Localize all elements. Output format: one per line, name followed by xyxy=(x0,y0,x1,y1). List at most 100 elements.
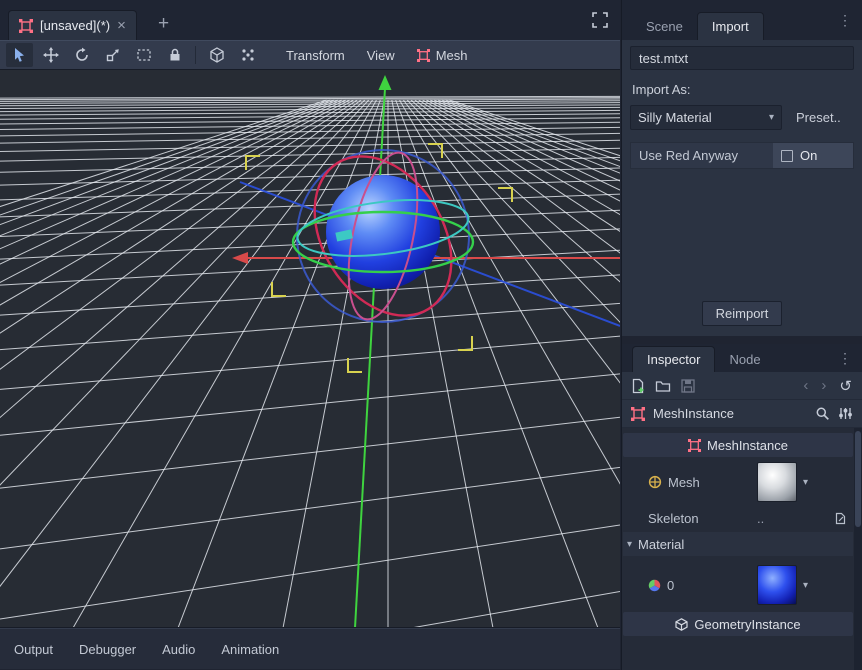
mesh-menu-label: Mesh xyxy=(436,48,468,63)
load-resource-folder-icon[interactable] xyxy=(655,378,671,394)
history-back-icon[interactable]: ‹ xyxy=(801,377,810,394)
import-file-label: test.mtxt xyxy=(639,51,688,66)
mesh-property-label: Mesh xyxy=(668,475,700,490)
godot-editor-window: [unsaved](*) × + xyxy=(0,0,862,670)
skeleton-property-row: Skeleton .. xyxy=(623,506,853,530)
group-button[interactable] xyxy=(203,43,230,67)
geometryinstance-category-icon xyxy=(675,618,688,631)
material-preview-thumbnail[interactable] xyxy=(757,565,797,605)
inspector-scrollbar[interactable] xyxy=(854,428,862,670)
tab-audio[interactable]: Audio xyxy=(162,642,195,657)
checkbox-label: On xyxy=(800,148,817,163)
material-section-header[interactable]: ▾ Material xyxy=(623,532,853,556)
category-meshinstance-label: MeshInstance xyxy=(707,438,788,453)
tab-debugger[interactable]: Debugger xyxy=(79,642,136,657)
mesh-property-label-wrap: Mesh xyxy=(623,475,757,490)
expand-viewport-icon[interactable] xyxy=(592,12,608,28)
material-slot-value[interactable]: ▾ xyxy=(757,565,853,605)
skeleton-property-label: Skeleton xyxy=(648,511,699,526)
preset-button[interactable]: Preset.. xyxy=(788,105,849,130)
inspector-tabbar: Inspector Node ⋮ xyxy=(622,344,862,372)
transform-menu[interactable]: Transform xyxy=(275,43,356,67)
right-dock: Scene Import ⋮ test.mtxt Import As: Sill… xyxy=(621,0,862,670)
lock-button[interactable] xyxy=(161,43,188,67)
material-slot-row: 0 ▾ xyxy=(623,558,853,612)
chevron-down-icon[interactable]: ▾ xyxy=(803,477,808,488)
select-box-tool-button[interactable] xyxy=(130,43,157,67)
import-as-label: Import As: xyxy=(632,82,852,97)
viewport-3d[interactable] xyxy=(0,70,620,628)
chevron-down-icon[interactable]: ▾ xyxy=(803,580,808,591)
section-collapse-icon: ▾ xyxy=(627,539,632,550)
scene-tab[interactable]: [unsaved](*) × xyxy=(8,10,137,40)
import-as-value: Silly Material xyxy=(638,110,763,125)
inspector-menu-icon[interactable]: ⋮ xyxy=(834,348,856,369)
material-section-label: Material xyxy=(638,537,684,552)
reimport-button[interactable]: Reimport xyxy=(702,301,783,326)
meshinstance-category-icon xyxy=(688,439,701,452)
search-icon[interactable] xyxy=(815,406,830,421)
toolbar-separator xyxy=(195,46,196,64)
material-slot-label: 0 xyxy=(667,578,674,593)
import-dock: test.mtxt Import As: Silly Material ▾ Pr… xyxy=(622,40,862,336)
use-red-anyway-label: Use Red Anyway xyxy=(631,143,773,168)
new-scene-tab-button[interactable]: + xyxy=(152,14,175,33)
scene-tabbar: [unsaved](*) × + xyxy=(0,0,620,40)
edited-object-name: MeshInstance xyxy=(653,406,807,421)
history-forward-icon[interactable]: › xyxy=(819,377,828,394)
tools-sliders-icon[interactable] xyxy=(838,406,853,421)
close-tab-icon[interactable]: × xyxy=(117,18,126,33)
inspector-toolbar: ‹ › ↺ xyxy=(622,372,862,400)
dock-menu-icon[interactable]: ⋮ xyxy=(834,10,856,31)
snap-dots-icon xyxy=(240,47,256,63)
import-as-dropdown[interactable]: Silly Material ▾ xyxy=(630,105,782,130)
import-as-row: Silly Material ▾ Preset.. xyxy=(630,105,854,130)
material-slot-label-wrap: 0 xyxy=(623,578,757,593)
move-icon xyxy=(43,47,59,63)
select-tool-button[interactable] xyxy=(6,43,33,67)
mesh-preview-thumbnail[interactable] xyxy=(757,462,797,502)
scene-tab-title: [unsaved](*) xyxy=(40,18,110,33)
skeleton-property-label-wrap: Skeleton xyxy=(623,511,757,526)
inspector-body: ‹ › ↺ MeshInstance xyxy=(622,372,862,670)
chevron-down-icon: ▾ xyxy=(769,112,774,123)
tab-scene[interactable]: Scene xyxy=(632,12,697,40)
mesh-menu[interactable]: Mesh xyxy=(406,43,479,67)
cube-icon xyxy=(209,47,225,63)
assign-node-icon[interactable] xyxy=(834,512,847,525)
rotate-icon xyxy=(74,47,90,63)
save-resource-icon[interactable] xyxy=(680,378,696,394)
tab-node[interactable]: Node xyxy=(715,346,774,372)
new-resource-icon[interactable] xyxy=(630,378,646,394)
category-meshinstance[interactable]: MeshInstance xyxy=(623,433,853,457)
use-red-anyway-value[interactable]: On xyxy=(773,143,853,168)
use-red-anyway-checkbox[interactable] xyxy=(781,150,793,162)
mesh-property-value[interactable]: ▾ xyxy=(757,462,853,502)
category-geometryinstance-label: GeometryInstance xyxy=(694,617,800,632)
tab-output[interactable]: Output xyxy=(14,642,53,657)
viewport-toolbar: Transform View Mesh xyxy=(0,40,620,70)
meshinstance-node-icon xyxy=(631,407,645,421)
skeleton-property-value[interactable]: .. xyxy=(757,511,853,526)
select-box-icon xyxy=(136,47,152,63)
inspector-dock: Inspector Node ⋮ ‹ › xyxy=(622,344,862,670)
tab-import[interactable]: Import xyxy=(697,12,764,40)
select-arrow-icon xyxy=(12,47,28,63)
object-history-icon[interactable]: ↺ xyxy=(837,377,854,395)
view-menu[interactable]: View xyxy=(356,43,406,67)
view-menu-label: View xyxy=(367,48,395,63)
import-file-name: test.mtxt xyxy=(630,46,854,70)
scrollbar-thumb[interactable] xyxy=(855,431,861,527)
viewport-scene xyxy=(0,70,620,628)
skeleton-path-value: .. xyxy=(757,511,828,526)
move-tool-button[interactable] xyxy=(37,43,64,67)
scale-icon xyxy=(105,47,121,63)
transform-menu-label: Transform xyxy=(286,48,345,63)
rotate-tool-button[interactable] xyxy=(68,43,95,67)
tab-inspector[interactable]: Inspector xyxy=(632,346,715,372)
category-geometryinstance[interactable]: GeometryInstance xyxy=(623,612,853,636)
scale-tool-button[interactable] xyxy=(99,43,126,67)
snap-toggle-button[interactable] xyxy=(234,43,261,67)
mesh-scene-icon xyxy=(19,19,33,33)
tab-animation[interactable]: Animation xyxy=(221,642,279,657)
